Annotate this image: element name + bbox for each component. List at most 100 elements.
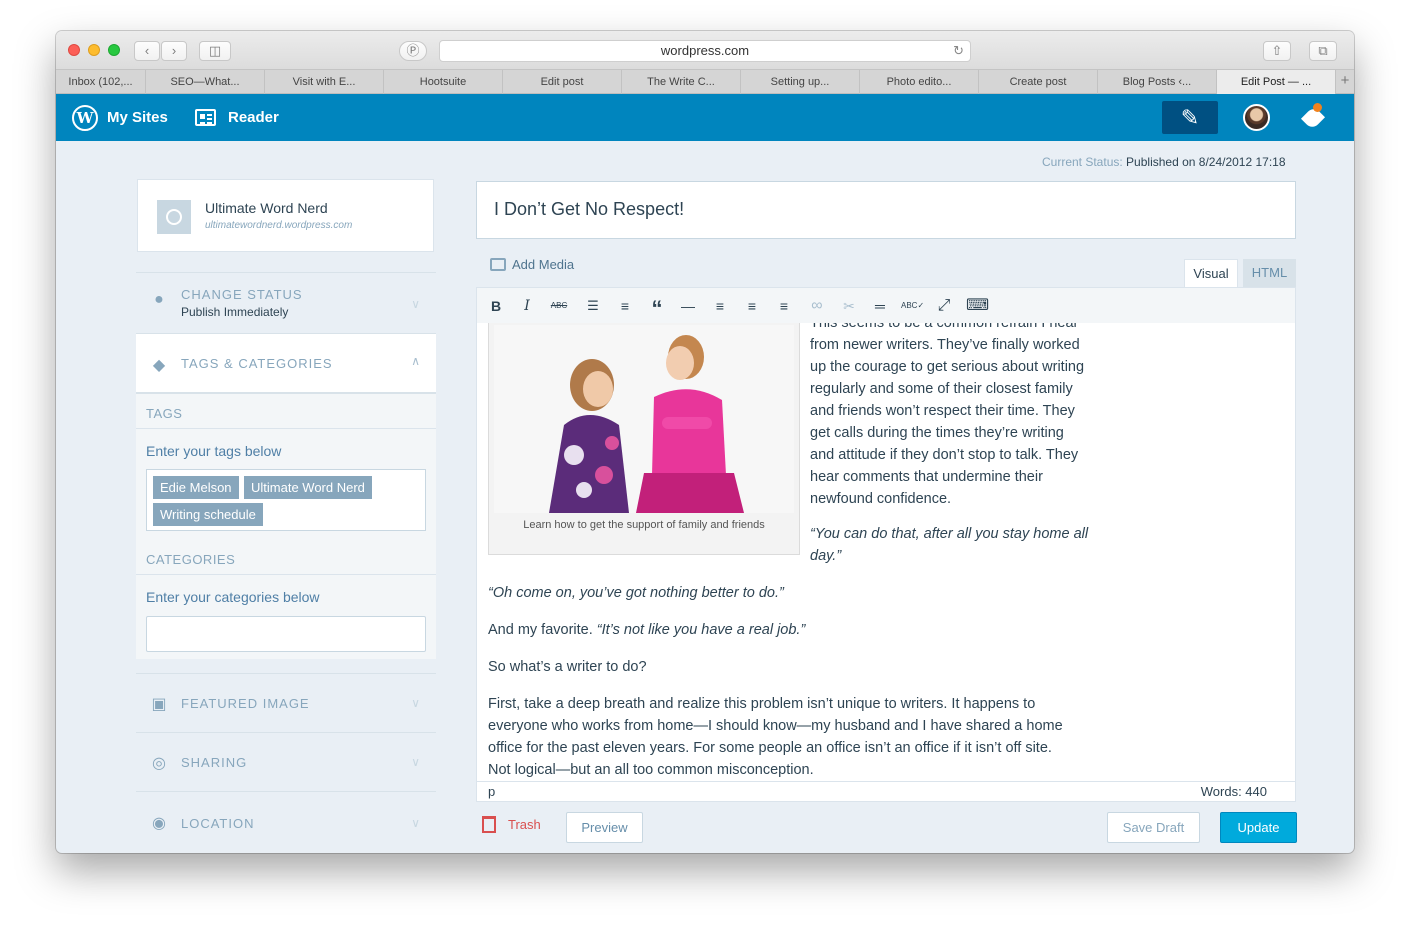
minimize-window-button[interactable]	[88, 44, 100, 56]
reader-link[interactable]: Reader	[195, 94, 279, 141]
text-line: newfound confidence.	[810, 491, 952, 507]
chevron-down-icon: ∨	[411, 297, 420, 311]
featured-image-panel[interactable]: ▣ FEATURED IMAGE ∨	[136, 673, 436, 732]
divider	[136, 428, 436, 429]
browser-tab[interactable]: Visit with E...	[265, 70, 384, 94]
maximize-window-button[interactable]	[108, 44, 120, 56]
forward-button[interactable]: ›	[161, 41, 187, 61]
text-line: everyone who works from home—I should kn…	[488, 718, 1063, 734]
unlink-icon[interactable]: ✂	[839, 296, 859, 316]
site-name: Ultimate Word Nerd	[205, 200, 328, 216]
categories-input[interactable]	[146, 616, 426, 652]
status-value: Published on 8/24/2012 17:18	[1126, 155, 1286, 169]
text-line: from newer writers. They’ve finally work…	[810, 337, 1080, 353]
new-tab-button[interactable]: +	[1336, 70, 1354, 93]
text-line: “You can do that, after all you stay hom…	[810, 526, 1089, 542]
add-media-button[interactable]: Add Media	[490, 257, 574, 272]
image-figure[interactable]: Learn how to get the support of family a…	[488, 323, 800, 555]
align-left-button[interactable]: ≡	[710, 296, 730, 316]
pinterest-icon[interactable]: Ⓟ	[399, 41, 427, 61]
sharing-panel[interactable]: ◎ SHARING ∨	[136, 732, 436, 791]
fullscreen-button[interactable]: ⤢	[934, 296, 954, 316]
browser-tab[interactable]: Create post	[979, 70, 1098, 94]
question-paragraph: So what’s a writer to do?	[488, 659, 647, 675]
sidebar-toggle-icon[interactable]: ◫	[199, 41, 231, 61]
horizontal-rule-button[interactable]: —	[678, 296, 698, 316]
trash-button[interactable]: Trash	[482, 816, 541, 833]
change-status-subtitle: Publish Immediately	[181, 305, 289, 319]
word-count: Words: 440	[1200, 784, 1267, 799]
text-line: office for the past eleven years. For so…	[488, 740, 1052, 756]
image-caption: Learn how to get the support of family a…	[523, 519, 765, 531]
tag-chip[interactable]: Ultimate Word Nerd	[244, 476, 372, 499]
post-title-input[interactable]: I Don’t Get No Respect!	[476, 181, 1296, 239]
avatar[interactable]	[1243, 104, 1270, 131]
location-title: LOCATION	[181, 816, 255, 831]
editor-toolbar: B I ABC ☰ ≡ “ — ≡ ≡ ≡ ∞ ✂ ═ ABC✓ ⤢ ⌨	[476, 287, 1296, 324]
wordpress-logo-icon: W	[72, 104, 98, 131]
body-paragraph: First, take a deep breath and realize th…	[488, 693, 1063, 781]
align-center-button[interactable]: ≡	[742, 296, 762, 316]
strikethrough-button[interactable]: ABC	[549, 296, 569, 316]
address-bar[interactable]: wordpress.com ↻	[439, 40, 971, 62]
url-text: wordpress.com	[660, 43, 750, 58]
my-sites-link[interactable]: W My Sites	[72, 94, 168, 141]
bullet-list-button[interactable]: ☰	[583, 296, 603, 316]
text-line: hear comments that undermine their	[810, 469, 1043, 485]
bold-button[interactable]: B	[486, 296, 506, 316]
site-card[interactable]: Ultimate Word Nerd ultimatewordnerd.word…	[137, 179, 434, 252]
tab-html[interactable]: HTML	[1243, 259, 1296, 287]
text-line: regularly and some of their closest fami…	[810, 381, 1073, 397]
browser-tab[interactable]: Edit post	[503, 70, 622, 94]
status-label: Current Status:	[1042, 155, 1123, 169]
write-post-button[interactable]: ✎	[1162, 101, 1218, 134]
back-button[interactable]: ‹	[134, 41, 160, 61]
tab-visual[interactable]: Visual	[1184, 259, 1238, 287]
tabs-overview-icon[interactable]: ⧉	[1309, 41, 1337, 61]
change-status-panel[interactable]: ● CHANGE STATUS Publish Immediately ∨	[136, 272, 436, 333]
browser-tab[interactable]: Hootsuite	[384, 70, 503, 94]
pin-icon: ●	[154, 291, 164, 308]
text-line: up the courage to get serious about writ…	[810, 359, 1085, 375]
tag-chip[interactable]: Writing schedule	[153, 503, 263, 526]
preview-button[interactable]: Preview	[566, 812, 643, 843]
blockquote-button[interactable]: “	[647, 296, 667, 321]
update-button[interactable]: Update	[1220, 812, 1297, 843]
notifications-icon[interactable]	[1300, 103, 1328, 131]
tags-categories-header[interactable]: ◆ TAGS & CATEGORIES ∧	[136, 334, 436, 394]
link-icon[interactable]: ∞	[807, 296, 827, 316]
save-draft-button[interactable]: Save Draft	[1107, 812, 1200, 843]
browser-tab[interactable]: The Write C...	[622, 70, 741, 94]
kitchen-sink-button[interactable]: ⌨	[966, 296, 989, 316]
image-icon: ▣	[151, 696, 167, 713]
text-line: and attitude if they don’t stop to talk.…	[810, 447, 1079, 463]
post-content-editor[interactable]: Learn how to get the support of family a…	[476, 323, 1296, 781]
chevron-down-icon: ∨	[411, 816, 420, 830]
browser-tab[interactable]: Photo edito...	[860, 70, 979, 94]
share-icon[interactable]: ⇧	[1263, 41, 1291, 61]
tags-input[interactable]: Edie Melson Ultimate Word Nerd Writing s…	[146, 469, 426, 531]
tag-chip[interactable]: Edie Melson	[153, 476, 239, 499]
close-window-button[interactable]	[68, 44, 80, 56]
italic-button[interactable]: I	[517, 296, 537, 316]
insert-more-button[interactable]: ═	[870, 296, 890, 316]
featured-image-title: FEATURED IMAGE	[181, 696, 310, 711]
sharing-icon: ◎	[152, 755, 166, 772]
browser-window: ‹ › ◫ Ⓟ wordpress.com ↻ ⇧ ⧉ Inbox (102,.…	[56, 31, 1354, 853]
location-pin-icon: ◉	[152, 815, 166, 832]
post-photo[interactable]	[494, 325, 794, 513]
reader-icon	[195, 109, 216, 126]
location-panel[interactable]: ◉ LOCATION ∨	[136, 791, 436, 851]
browser-tab[interactable]: Blog Posts ‹...	[1098, 70, 1217, 94]
align-right-button[interactable]: ≡	[774, 296, 794, 316]
tags-categories-title: TAGS & CATEGORIES	[181, 356, 333, 371]
browser-tab-active[interactable]: Edit Post — ...	[1217, 70, 1336, 94]
numbered-list-button[interactable]: ≡	[615, 296, 635, 316]
browser-tab[interactable]: Setting up...	[741, 70, 860, 94]
spellcheck-button[interactable]: ABC✓	[901, 296, 924, 316]
text-line: This seems to be a common refrain I hear	[810, 323, 1079, 331]
trash-icon	[482, 816, 496, 833]
browser-tab[interactable]: SEO—What...	[146, 70, 265, 94]
browser-tab[interactable]: Inbox (102,...	[56, 70, 146, 94]
reload-icon[interactable]: ↻	[953, 41, 964, 61]
